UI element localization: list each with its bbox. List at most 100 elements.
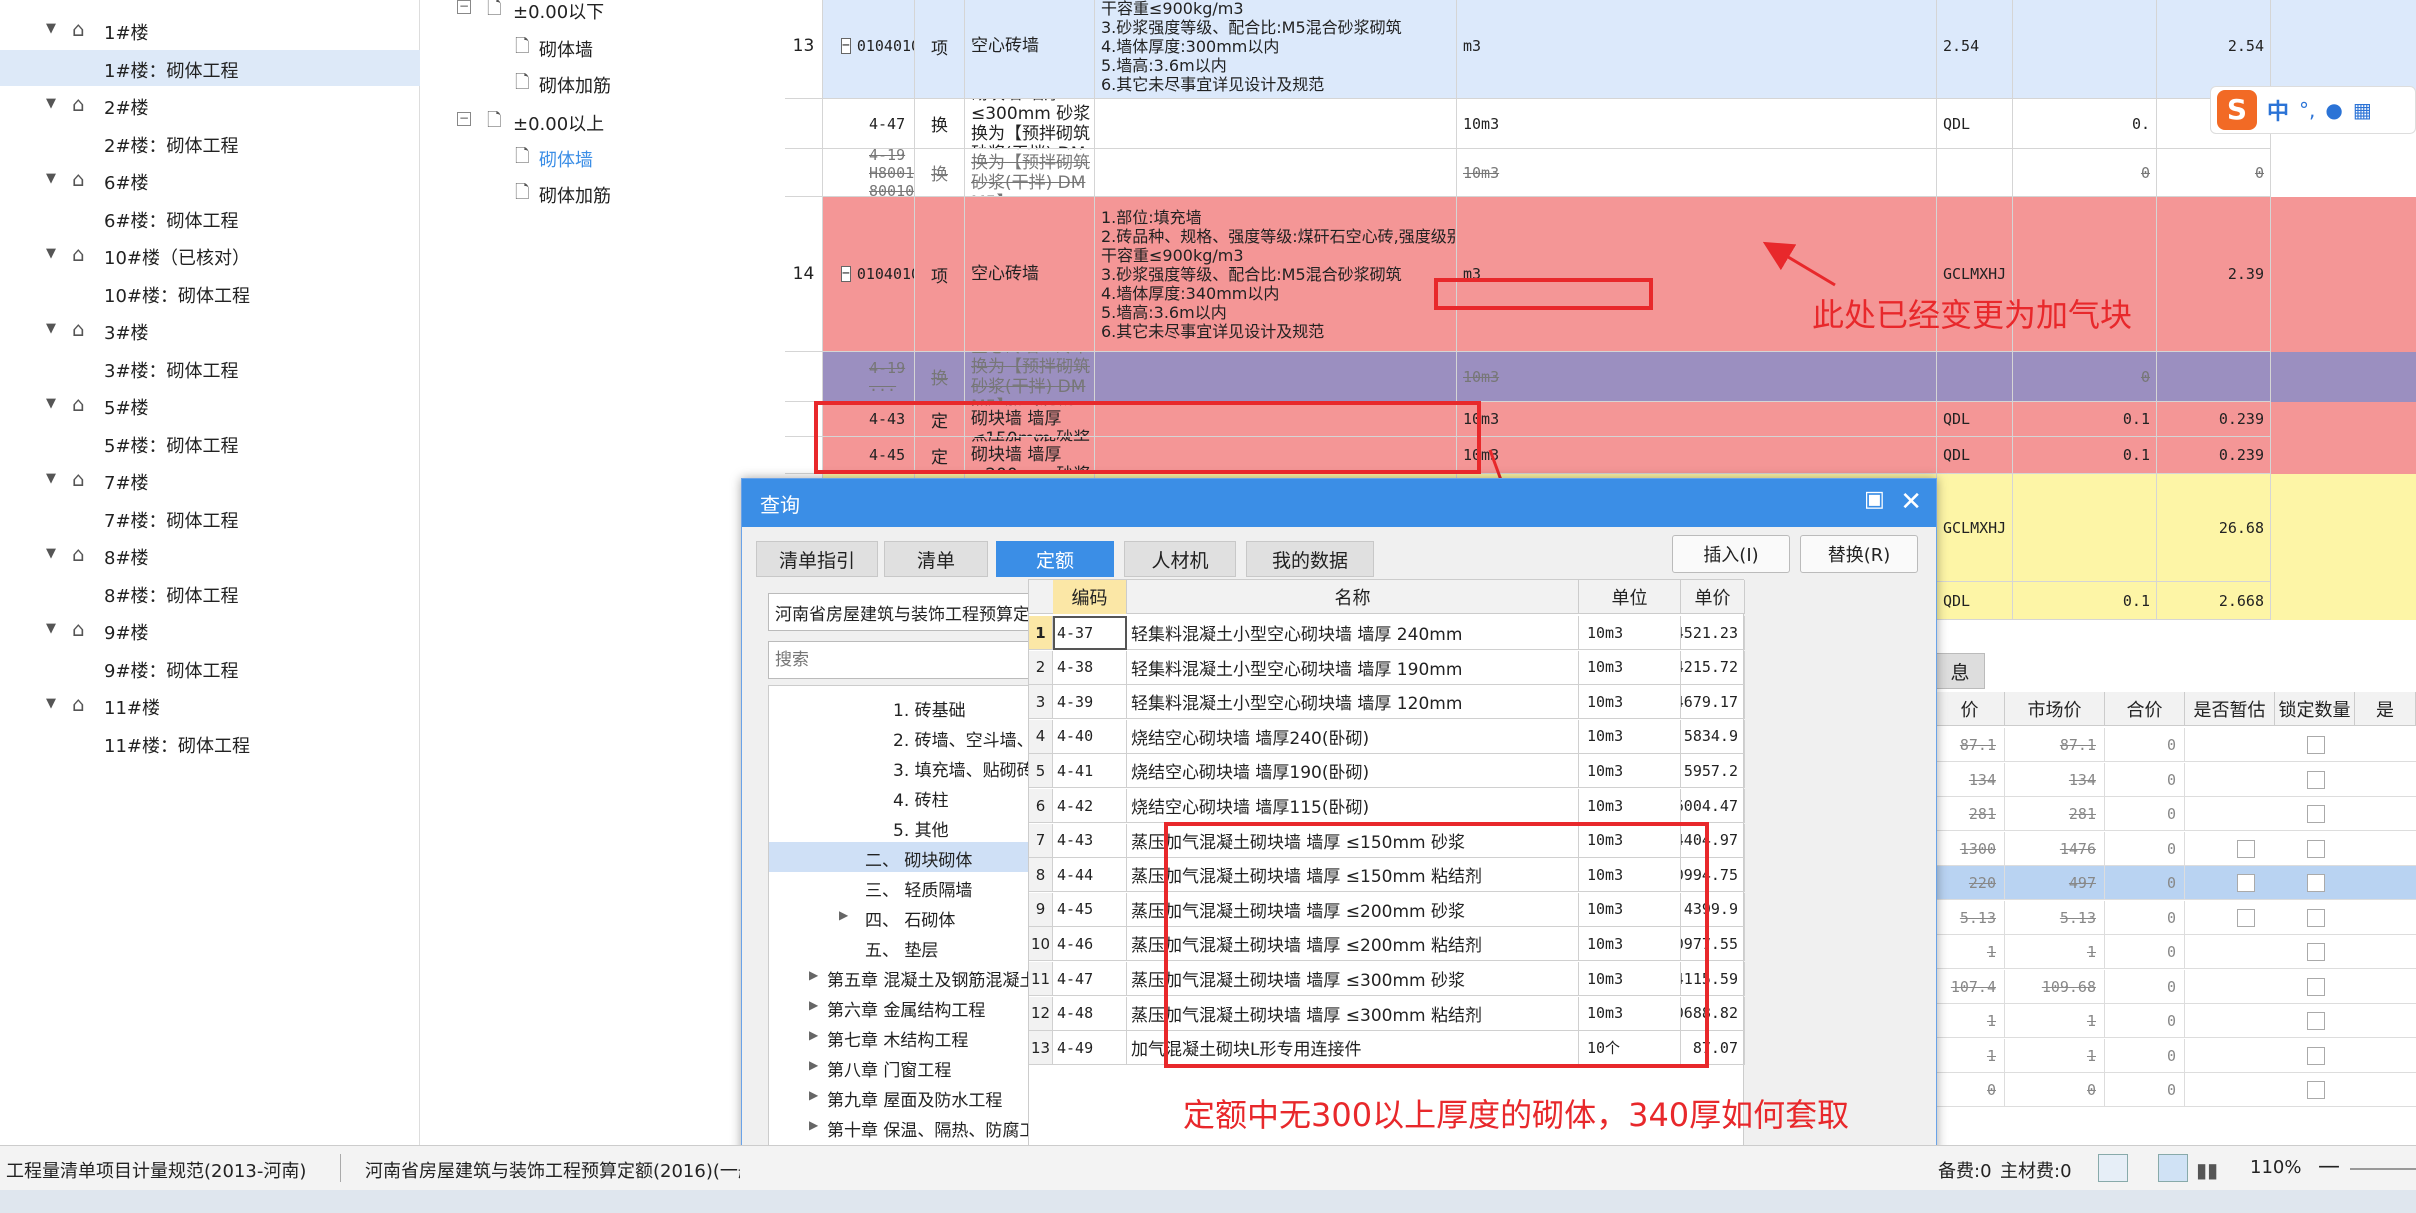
tree-leaf[interactable]: 9#楼：砌体工程 [0,650,420,686]
row-code[interactable]: 4-19 H80010731 80010741 [823,149,915,197]
insert-button[interactable]: 插入(I) [1672,535,1790,573]
quota-code[interactable]: 4-43 [1053,823,1127,858]
quota-row[interactable]: 2 4-38 轻集料混凝土小型空心砌块墙 墙厚 190mm 10m3 4215.72 [1029,650,1745,685]
row-name[interactable]: 蒸压加气混凝土砌块墙 墙厚 ≤300mm 砂浆 换为【预拌砌筑砂浆(干拌) DM… [965,99,1095,149]
expand-box-icon[interactable]: − [841,266,851,282]
tab-0[interactable]: 清单指引 [756,541,878,577]
resource-row[interactable]: 87.1 87.1 0 [1935,728,2416,762]
quota-name[interactable]: 轻集料混凝土小型空心砌块墙 墙厚 120mm [1127,685,1579,720]
quota-row[interactable]: 3 4-39 轻集料混凝土小型空心砌块墙 墙厚 120mm 10m3 4679.17 [1029,685,1745,720]
tree-node[interactable]: ▼ ⌂ 1#楼 [0,12,420,48]
tab-3[interactable]: 人材机 [1124,541,1236,577]
section-leaf[interactable]: 🗋 砌体加筋 [421,176,781,210]
collapse-box-icon[interactable]: − [457,112,471,126]
microphone-icon[interactable]: ● [2325,98,2342,122]
zoom-out-icon[interactable]: — [2318,1154,2340,1179]
quota-row[interactable]: 1 4-37 轻集料混凝土小型空心砌块墙 墙厚 240mm 10m3 4521.23 [1029,616,1745,650]
collapse-arrow-icon[interactable]: ▼ [46,171,56,186]
columns-icon[interactable]: ▮▮ [2196,1158,2218,1182]
quota-name[interactable]: 轻集料混凝土小型空心砌块墙 墙厚 190mm [1127,650,1579,685]
row-code[interactable]: −010401005005 [823,0,915,99]
expand-arrow-icon[interactable]: ▶ [809,1118,818,1132]
quota-row[interactable]: 4 4-40 烧结空心砌块墙 墙厚240(卧砌) 10m3 5834.9 [1029,719,1745,754]
tree-node[interactable]: ▼ ⌂ 10#楼（已核对） [0,237,420,273]
resource-row[interactable]: 281 281 0 [1935,797,2416,831]
grid-row[interactable]: 13−010401005005项空心砖墙干容重≤900kg/m33.砂浆强度等级… [785,0,2416,99]
tree-node[interactable]: ▼ ⌂ 6#楼 [0,162,420,198]
layout-icon[interactable] [2158,1154,2188,1182]
replace-button[interactable]: 替换(R) [1800,535,1918,573]
quota-code[interactable]: 4-40 [1053,719,1127,754]
quota-name[interactable]: 烧结空心砌块墙 墙厚240(卧砌) [1127,719,1579,754]
resource-row[interactable]: 110 [1935,1004,2416,1038]
quota-code[interactable]: 4-41 [1053,754,1127,789]
collapse-arrow-icon[interactable]: ▼ [46,621,56,636]
quota-code[interactable]: 4-39 [1053,685,1127,720]
lock-qty-checkbox[interactable] [2307,943,2325,961]
info-tab[interactable]: 息 [1935,653,1985,689]
row-name[interactable]: 空心砖墙 [965,0,1095,99]
tree-leaf[interactable]: 8#楼：砌体工程 [0,575,420,611]
column-header[interactable]: 是否暂估 [2185,692,2275,726]
quota-row[interactable]: 6 4-42 烧结空心砌块墙 墙厚115(卧砌) 10m3 6004.47 [1029,789,1745,823]
collapse-box-icon[interactable]: − [457,0,471,14]
resource-row[interactable]: 110 [1935,935,2416,969]
quota-column-header[interactable]: 单位 [1579,580,1681,614]
lock-qty-checkbox[interactable] [2307,839,2325,858]
maximize-icon[interactable]: ▣ [1864,489,1885,511]
column-header[interactable]: 价 [1935,692,2005,726]
expand-arrow-icon[interactable]: ▶ [809,1088,818,1102]
grid-row[interactable]: 14−010401005006项空心砖墙1.部位:填充墙2.砖品种、规格、强度等… [785,197,2416,352]
close-icon[interactable]: ✕ [1900,487,1922,517]
resource-row[interactable]: 220 497 0 [1935,866,2416,900]
expand-arrow-icon[interactable]: ▶ [809,1058,818,1072]
lock-qty-checkbox[interactable] [2307,1081,2325,1099]
ime-toolbar[interactable]: S 中 °, ● ▦ [2210,86,2416,134]
collapse-arrow-icon[interactable]: ▼ [46,696,56,711]
quota-column-header[interactable]: 单价 [1681,580,1745,614]
column-header[interactable]: 合价 [2105,692,2185,726]
resource-row[interactable]: 000 [1935,1073,2416,1107]
grid-row[interactable]: 4-19 ...换空心砖墙 1砖半 换为【预拌砌筑砂浆(干拌) DM M5】 10… [785,352,2416,402]
tree-leaf[interactable]: 1#楼：砌体工程 [0,49,420,86]
collapse-arrow-icon[interactable]: ▼ [46,96,56,111]
quota-code[interactable]: 4-44 [1053,858,1127,893]
tab-2[interactable]: 定额 [996,541,1114,577]
quota-row[interactable]: 5 4-41 烧结空心砌块墙 墙厚190(卧砌) 10m3 5957.2 [1029,754,1745,789]
quota-code[interactable]: 4-42 [1053,789,1127,823]
row-name[interactable]: 空心砖墙 1砖半 换为【预拌砌筑砂浆(干拌) DM M5】 [965,149,1095,197]
row-code[interactable]: 4-19 ... [823,352,915,402]
estimate-checkbox[interactable] [2237,839,2255,858]
quota-code[interactable]: 4-49 [1053,1031,1127,1066]
quota-code[interactable]: 4-37 [1053,616,1127,650]
tree-node[interactable]: ▼ ⌂ 7#楼 [0,462,420,498]
tab-1[interactable]: 清单 [884,541,988,577]
tree-leaf[interactable]: 7#楼：砌体工程 [0,500,420,536]
row-name[interactable]: 空心砖墙 1砖半 换为【预拌砌筑砂浆(干拌) DM M5】 [965,352,1095,402]
expand-arrow-icon[interactable]: ▶ [839,908,848,922]
grid-row[interactable]: 4-47 换蒸压加气混凝土砌块墙 墙厚 ≤300mm 砂浆 换为【预拌砌筑砂浆(干… [785,99,2416,149]
row-code[interactable]: −010401005006 [823,197,915,352]
resource-row[interactable]: 1300 1476 0 [1935,831,2416,866]
tree-leaf[interactable]: 10#楼：砌体工程 [0,275,420,311]
section-leaf[interactable]: 🗋 砌体墙 [421,30,781,64]
quota-column-header[interactable]: 编码 [1053,580,1127,614]
section-leaf[interactable]: 🗋 砌体加筋 [421,66,781,100]
lock-qty-checkbox[interactable] [2307,874,2325,892]
quota-code[interactable]: 4-38 [1053,650,1127,685]
row-code[interactable]: 4-47 [823,99,915,149]
collapse-arrow-icon[interactable]: ▼ [46,396,56,411]
estimate-checkbox[interactable] [2237,908,2255,927]
lock-qty-checkbox[interactable] [2307,736,2325,754]
dialog-titlebar[interactable]: 查询 ▣ ✕ [742,479,1936,527]
tree-node[interactable]: ▼ ⌂ 3#楼 [0,312,420,348]
lock-qty-checkbox[interactable] [2307,908,2325,927]
expand-box-icon[interactable]: − [841,38,851,54]
tree-leaf[interactable]: 5#楼：砌体工程 [0,425,420,461]
resource-row[interactable]: 5.13 5.13 0 [1935,900,2416,935]
tree-leaf[interactable]: 2#楼：砌体工程 [0,125,420,161]
lock-qty-checkbox[interactable] [2307,805,2325,823]
lock-qty-checkbox[interactable] [2307,770,2325,789]
collapse-arrow-icon[interactable]: ▼ [46,21,56,36]
collapse-arrow-icon[interactable]: ▼ [46,246,56,261]
